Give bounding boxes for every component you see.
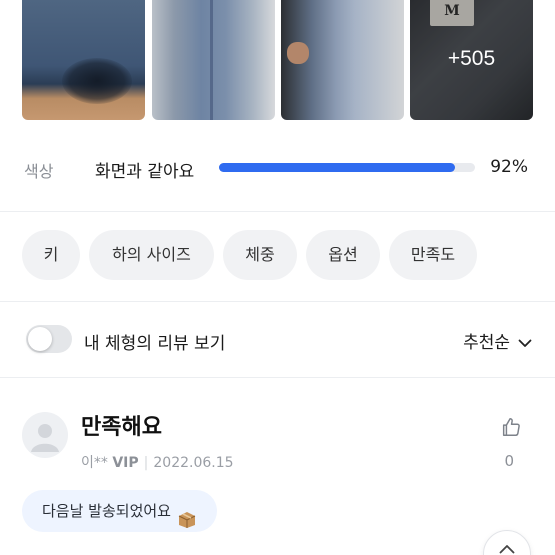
chip-option[interactable]: 옵션 [306, 230, 380, 280]
review-author: 이** [81, 455, 108, 471]
meta-separator: | [143, 455, 149, 471]
chip-weight[interactable]: 체중 [223, 230, 297, 280]
package-icon [177, 503, 197, 528]
photo-hand [287, 42, 309, 64]
like-count: 0 [504, 452, 514, 470]
review-date: 2022.06.15 [153, 455, 234, 471]
thumbs-up-icon[interactable] [500, 416, 522, 438]
fit-progress-fill [219, 163, 455, 172]
toggle-knob [28, 327, 52, 351]
my-body-type-label: 내 체형의 리뷰 보기 [84, 334, 226, 354]
divider [0, 211, 555, 212]
review-meta: 이** VIP | 2022.06.15 [81, 452, 234, 472]
review-photo-1[interactable] [22, 0, 145, 120]
color-fit-row: 색상 화면과 같아요 92% [22, 150, 532, 186]
review-title: 만족해요 [81, 415, 162, 440]
member-grade: VIP [112, 455, 139, 471]
my-body-type-toggle[interactable] [26, 325, 72, 353]
review-photo-2[interactable] [152, 0, 275, 120]
shipping-tag-text: 다음날 발송되었어요 [42, 502, 171, 520]
chip-height[interactable]: 키 [22, 230, 80, 280]
review-photo-strip: M +505 [0, 0, 555, 120]
chip-bottom-size[interactable]: 하의 사이즈 [89, 230, 214, 280]
photo-seam [210, 0, 213, 120]
avatar [22, 412, 68, 458]
review-photo-more[interactable]: M +505 [410, 0, 533, 120]
divider [0, 377, 555, 378]
chevron-down-icon [518, 339, 532, 347]
chip-satisfaction[interactable]: 만족도 [389, 230, 477, 280]
user-icon [31, 424, 59, 452]
fit-value: 화면과 같아요 [95, 162, 195, 182]
more-photos-count: +505 [447, 47, 496, 70]
sort-dropdown[interactable]: 추천순 [463, 328, 532, 353]
review-photo-3[interactable] [281, 0, 404, 120]
review-card: 만족해요 이** VIP | 2022.06.15 0 다음날 발송되었어요 [22, 398, 532, 555]
review-filter-row: 내 체형의 리뷰 보기 추천순 [26, 322, 532, 358]
fit-label: 색상 [24, 162, 54, 181]
shipping-tag: 다음날 발송되었어요 [22, 490, 217, 532]
fit-progress-track [219, 163, 475, 172]
filter-chips: 키 하의 사이즈 체중 옵션 만족도 [22, 230, 542, 280]
sort-label: 추천순 [463, 333, 510, 353]
fit-percent: 92% [490, 157, 528, 177]
divider [0, 301, 555, 302]
photo-shadow [62, 58, 132, 104]
chevron-up-icon [499, 545, 515, 554]
